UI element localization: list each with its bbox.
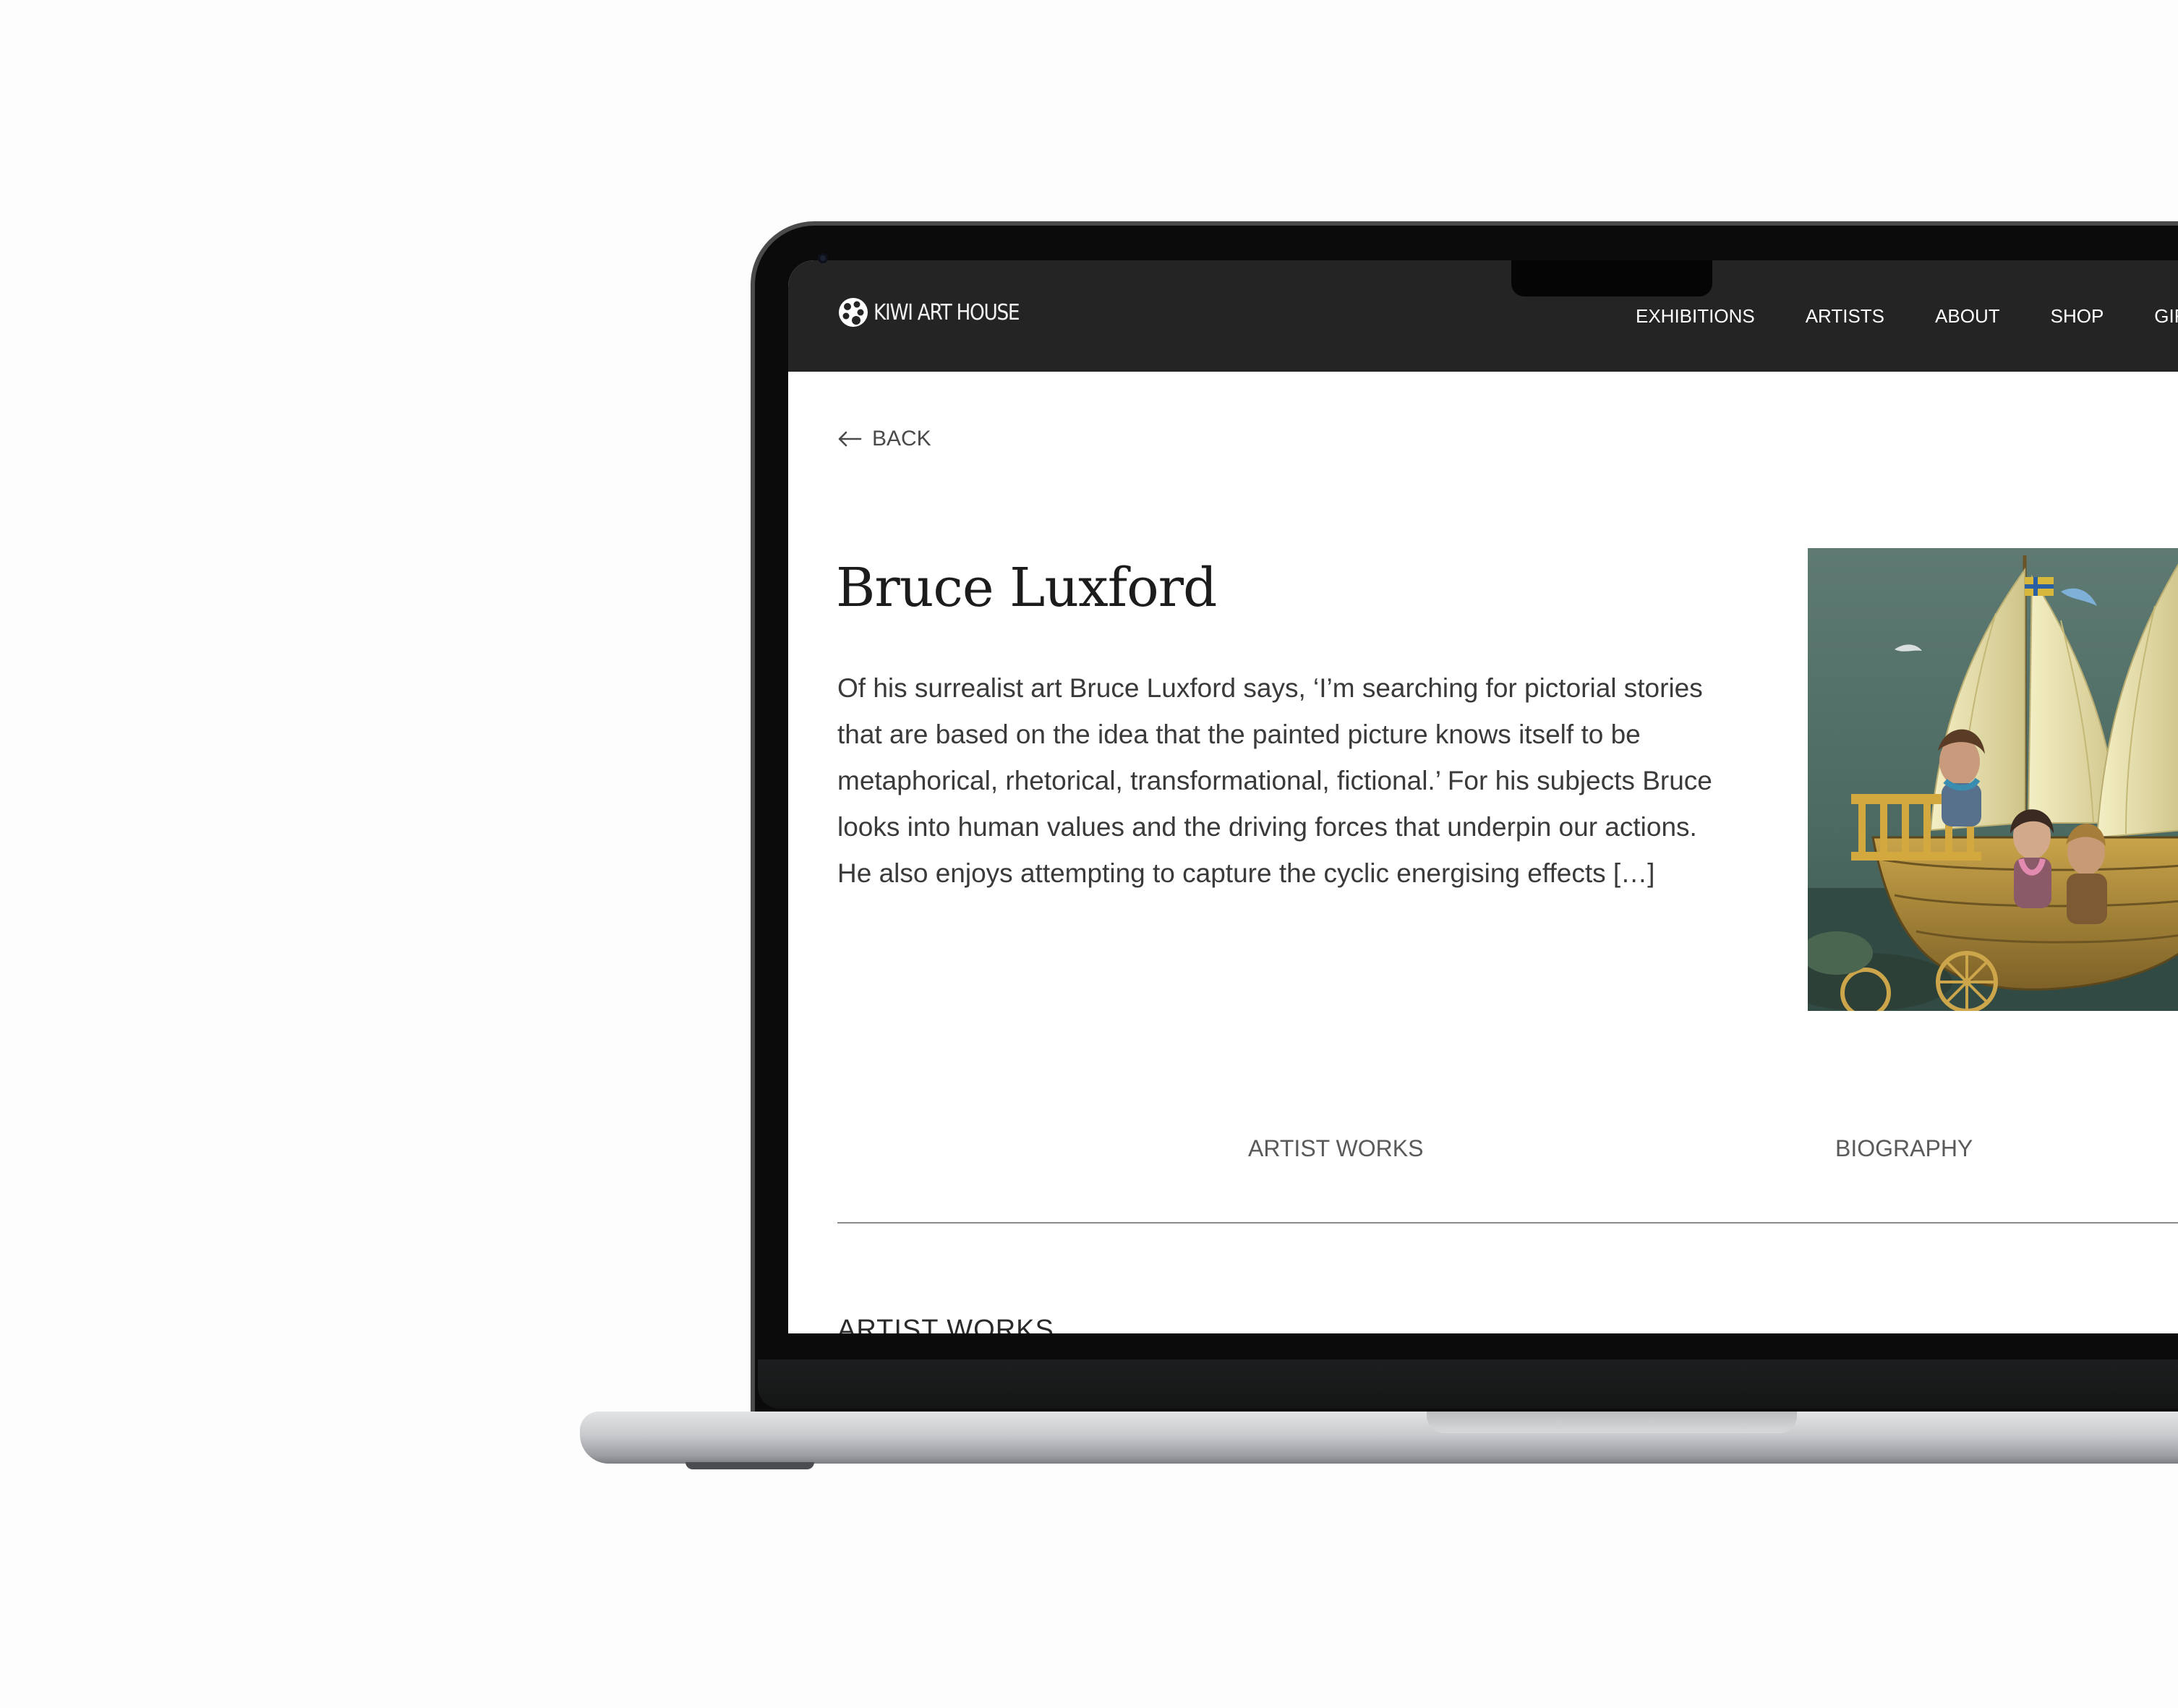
site-header: KIWI ART HOUSE EXHIBITIONS ARTISTS ABOUT… (788, 260, 2178, 372)
laptop-foot (686, 1462, 814, 1469)
arrow-left-icon (838, 431, 862, 447)
site-logo[interactable]: KIWI ART HOUSE (837, 296, 1039, 328)
main-nav: EXHIBITIONS ARTISTS ABOUT SHOP GIF (1636, 305, 2178, 328)
tab-divider (837, 1222, 2178, 1224)
artwork-painting (1808, 548, 2178, 1011)
nav-item-shop[interactable]: SHOP (2051, 305, 2104, 328)
logo-text: KIWI ART HOUSE (874, 299, 1020, 325)
nav-item-about[interactable]: ABOUT (1935, 305, 2000, 328)
screen-notch (1511, 260, 1712, 296)
tab-biography[interactable]: BIOGRAPHY (1835, 1135, 1973, 1162)
nav-item-artists[interactable]: ARTISTS (1806, 305, 1884, 328)
back-link[interactable]: BACK (837, 427, 931, 451)
palette-icon (839, 298, 868, 327)
section-heading-artist-works: ARTIST WORKS (837, 1315, 1054, 1333)
laptop-base-notch (1427, 1412, 1797, 1433)
artist-name: Bruce Luxford (836, 557, 1217, 619)
laptop-base (580, 1412, 2178, 1464)
tab-artist-works[interactable]: ARTIST WORKS (1248, 1135, 1423, 1162)
laptop-screen: KIWI ART HOUSE EXHIBITIONS ARTISTS ABOUT… (788, 260, 2178, 1333)
artist-bio: Of his surrealist art Bruce Luxford says… (837, 673, 1712, 888)
camera-icon (818, 253, 828, 263)
nav-item-gift[interactable]: GIF (2154, 305, 2178, 328)
artwork-image[interactable] (1808, 548, 2178, 1011)
nav-item-exhibitions[interactable]: EXHIBITIONS (1636, 305, 1755, 328)
back-label: BACK (872, 427, 931, 451)
laptop-lid-bottom (758, 1359, 2178, 1409)
